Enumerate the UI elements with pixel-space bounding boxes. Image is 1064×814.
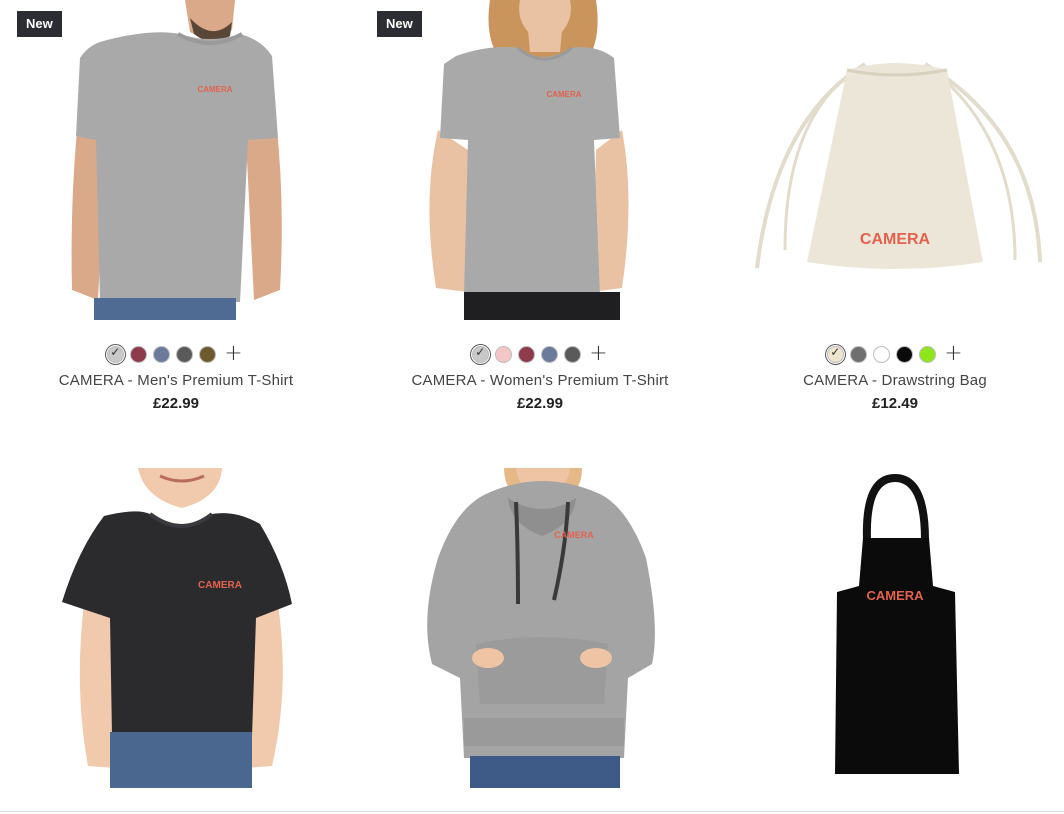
product-image-apron[interactable]: CAMERA: [715, 468, 1064, 788]
swatch-grey[interactable]: [850, 345, 868, 363]
product-card-womens-tshirt[interactable]: CAMERA New ✓ + CAMERA - Women's Premium …: [360, 0, 720, 412]
product-price: £22.99: [153, 395, 199, 412]
color-swatches: ✓ +: [0, 343, 360, 365]
swatch-denim-blue[interactable]: [541, 345, 559, 363]
product-card-mens-tshirt[interactable]: CAMERA New ✓ + CAMERA - Men's Premium T-…: [0, 0, 360, 412]
swatch-burgundy[interactable]: [130, 345, 148, 363]
more-colors-button[interactable]: +: [224, 343, 242, 365]
swatch-black[interactable]: [896, 345, 914, 363]
product-name[interactable]: CAMERA - Drawstring Bag: [715, 372, 1064, 389]
swatch-heather-grey[interactable]: ✓: [107, 344, 125, 363]
product-name[interactable]: CAMERA - Men's Premium T-Shirt: [0, 372, 360, 389]
womens-tshirt-illustration: CAMERA: [429, 0, 629, 320]
product-name[interactable]: CAMERA - Women's Premium T-Shirt: [360, 372, 720, 389]
product-image-womens-hoodie[interactable]: CAMERA: [360, 468, 720, 788]
product-card-womens-hoodie[interactable]: CAMERA: [360, 468, 720, 788]
product-card-kids-tshirt[interactable]: CAMERA: [0, 468, 360, 788]
section-divider: [0, 811, 1064, 812]
product-price: £22.99: [517, 395, 563, 412]
product-image-mens-tshirt[interactable]: CAMERA New: [0, 0, 360, 320]
swatch-pink[interactable]: [495, 345, 513, 363]
new-badge: New: [377, 11, 422, 37]
swatch-white[interactable]: [873, 345, 891, 363]
swatch-heather-grey[interactable]: ✓: [472, 344, 490, 363]
swatch-lime[interactable]: [919, 345, 937, 363]
kids-tshirt-illustration: CAMERA: [62, 468, 292, 788]
new-badge: New: [17, 11, 62, 37]
drawstring-bag-illustration: CAMERA: [755, 62, 1042, 269]
swatch-olive[interactable]: [199, 345, 217, 363]
product-image-womens-tshirt[interactable]: CAMERA New: [360, 0, 720, 320]
swatch-charcoal[interactable]: [564, 345, 582, 363]
product-price: £12.49: [872, 395, 918, 412]
color-swatches: ✓ +: [360, 343, 720, 365]
product-grid: CAMERA New ✓ + CAMERA - Men's Premium T-…: [0, 0, 1064, 814]
product-image-drawstring-bag[interactable]: CAMERA: [715, 0, 1064, 320]
check-icon: ✓: [475, 344, 486, 359]
kids-tshirt-print: CAMERA: [198, 580, 242, 591]
more-colors-button[interactable]: +: [589, 343, 607, 365]
check-icon: ✓: [830, 344, 841, 359]
color-swatches: ✓ +: [715, 343, 1064, 365]
mens-tshirt-print: CAMERA: [197, 85, 232, 94]
swatch-burgundy[interactable]: [518, 345, 536, 363]
apron-illustration: CAMERA: [835, 473, 959, 774]
product-card-drawstring-bag[interactable]: CAMERA ✓ + CAMERA - Drawstring Bag £12.4…: [715, 0, 1064, 412]
product-image-kids-tshirt[interactable]: CAMERA: [0, 468, 360, 788]
bag-print: CAMERA: [860, 231, 931, 248]
swatch-charcoal[interactable]: [176, 345, 194, 363]
check-icon: ✓: [110, 344, 121, 359]
hoodie-print: CAMERA: [554, 530, 594, 540]
product-card-apron[interactable]: CAMERA: [715, 468, 1064, 788]
more-colors-button[interactable]: +: [944, 343, 962, 365]
womens-tshirt-print: CAMERA: [546, 90, 581, 99]
womens-hoodie-illustration: CAMERA: [427, 468, 655, 788]
swatch-natural[interactable]: ✓: [827, 344, 845, 363]
apron-print: CAMERA: [866, 588, 924, 603]
swatch-denim-blue[interactable]: [153, 345, 171, 363]
mens-tshirt-illustration: CAMERA: [71, 0, 282, 320]
